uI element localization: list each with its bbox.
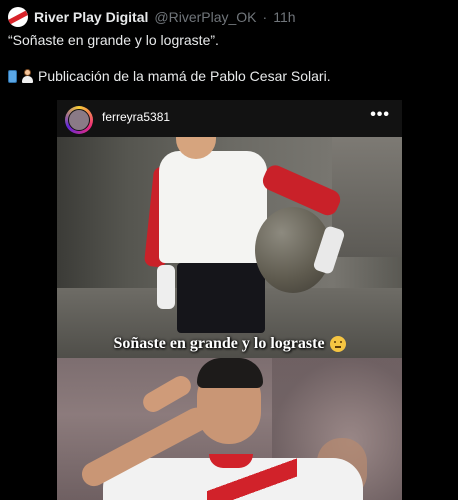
- instagram-header: ferreyra5381 •••: [57, 100, 402, 137]
- author-handle[interactable]: @RiverPlay_OK: [154, 9, 256, 25]
- author-name[interactable]: River Play Digital: [34, 9, 148, 25]
- tweet-text-line1: “Soñaste en grande y lo lograste”.: [8, 32, 219, 48]
- mobile-phone-icon: [8, 69, 17, 83]
- woman-with-veil-icon: [21, 69, 34, 83]
- timestamp[interactable]: 11h: [273, 9, 295, 25]
- instagram-username: ferreyra5381: [102, 110, 171, 124]
- avatar[interactable]: [8, 7, 28, 27]
- meme-caption-text: Soñaste en grande y lo lograste: [113, 335, 325, 352]
- player-photo: [57, 358, 402, 500]
- tweet-text-line2-row: Publicación de la mamá de Pablo Cesar So…: [8, 68, 331, 84]
- instagram-avatar: [65, 106, 93, 134]
- tweet-text-line2: Publicación de la mamá de Pablo Cesar So…: [38, 68, 331, 84]
- meme-caption: Soñaste en grande y lo lograste: [57, 335, 402, 353]
- embedded-media[interactable]: ferreyra5381 ••• Soñaste en grande y lo …: [57, 100, 402, 500]
- tweet-header: River Play Digital @RiverPlay_OK · 11h: [8, 6, 296, 28]
- saluting-face-icon: [329, 336, 346, 352]
- separator-dot: ·: [262, 9, 268, 25]
- childhood-photo: Soñaste en grande y lo lograste: [57, 137, 402, 358]
- more-horizontal-icon: •••: [370, 106, 390, 123]
